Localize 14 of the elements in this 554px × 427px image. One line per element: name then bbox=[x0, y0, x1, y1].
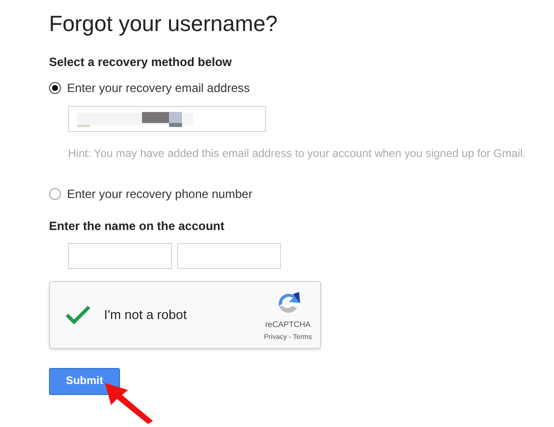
email-field[interactable] bbox=[68, 106, 266, 132]
brand-text: reCAPTCHA bbox=[265, 318, 311, 331]
section-heading: Enter the name on the account bbox=[49, 218, 226, 234]
page-title: Forgot your username? bbox=[49, 11, 279, 37]
option-label: Enter your recovery email address bbox=[67, 80, 250, 97]
hint-text: Hint: You may have added this email address to your account when you signed up for Gmail. bbox=[68, 147, 527, 162]
section-heading: Select a recovery method below bbox=[49, 54, 233, 70]
last-name-field[interactable] bbox=[177, 242, 281, 269]
option-label: Enter your recovery phone number bbox=[67, 186, 252, 203]
radio-button[interactable] bbox=[49, 82, 61, 94]
radio-button[interactable] bbox=[49, 188, 61, 200]
captcha-label: I'm not a robot bbox=[104, 306, 187, 324]
arrow-icon bbox=[104, 383, 154, 425]
first-name-field[interactable] bbox=[68, 242, 172, 269]
